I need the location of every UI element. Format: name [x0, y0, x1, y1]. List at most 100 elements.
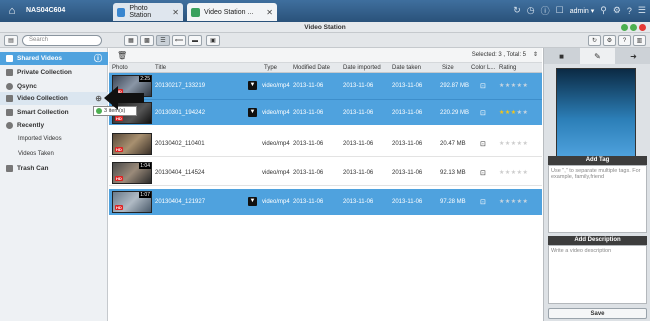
sidebar-item-smart-collection[interactable]: Smart Collection	[0, 106, 108, 119]
rating-stars[interactable]: ★★★★★	[499, 82, 528, 89]
column-size[interactable]: Size	[442, 65, 454, 71]
color-label-icon[interactable]: ⊡	[480, 109, 486, 117]
tag-input[interactable]: Use "," to separate multiple tags. For e…	[548, 165, 647, 233]
expand-icon[interactable]: ⇕	[533, 51, 538, 58]
imported-cell: 2013-11-06	[343, 199, 374, 205]
refresh-button[interactable]: ↻	[588, 35, 601, 46]
settings-icon[interactable]: ⚙	[613, 5, 621, 16]
table-row[interactable]: HD 20130301_194242 ▼ video/mp4 2013-11-0…	[109, 99, 542, 125]
tab-photo-station-label: Photo Station	[129, 5, 152, 19]
add-collection-icon[interactable]: ⊕	[95, 94, 102, 103]
tab-share[interactable]: ➜	[616, 48, 650, 64]
title-cell: 20130402_110401	[155, 141, 205, 147]
delete-icon[interactable]: 🗑	[117, 51, 127, 60]
title-cell: 20130404_121927	[155, 199, 206, 205]
close-icon[interactable]: ✕	[172, 8, 179, 17]
info-icon[interactable]: ⓘ	[94, 53, 102, 64]
rating-stars[interactable]: ★★★★★	[499, 140, 528, 147]
color-label-icon[interactable]: ⊡	[480, 198, 486, 206]
hd-badge: HD	[115, 147, 123, 152]
taken-cell: 2013-11-06	[392, 110, 423, 116]
sidebar-item-trash-can[interactable]: Trash Can	[0, 162, 108, 175]
close-window-button[interactable]	[639, 24, 646, 31]
add-description-header: Add Description	[548, 236, 647, 245]
user-menu[interactable]: admin ▾	[570, 7, 595, 15]
column-imported[interactable]: Date imported	[343, 65, 381, 71]
table-row[interactable]: 1:04 HD 20130404_114524 video/mp4 2013-11…	[109, 160, 542, 186]
thumbnail-view-button[interactable]: ▦	[124, 35, 138, 46]
panel-toggle-button[interactable]: ▥	[633, 35, 646, 46]
help-button[interactable]: ?	[618, 35, 631, 46]
size-cell: 92.13 MB	[440, 170, 466, 176]
type-cell: video/mp4	[262, 199, 290, 205]
list-view-button[interactable]: ☰	[156, 35, 170, 46]
sidebar-item-label: Smart Collection	[17, 109, 69, 116]
sidebar: Shared Videos ⓘ Private Collection Qsync…	[0, 48, 108, 321]
lock-icon	[6, 69, 13, 76]
sidebar-item-label: Recently	[17, 122, 45, 129]
color-label-icon[interactable]: ⊡	[480, 140, 486, 148]
rating-stars[interactable]: ★★★★★	[499, 198, 528, 205]
table-row[interactable]: 1:07 HD 20130404_121927 ▼ video/mp4 2013-…	[109, 189, 542, 215]
right-panel-tabs: ■ ✎ ➜	[544, 48, 650, 64]
save-view-button[interactable]: ▣	[206, 35, 220, 46]
save-button[interactable]: Save	[548, 308, 647, 319]
sidebar-item-video-collection[interactable]: Video Collection ⊕	[0, 92, 108, 105]
modified-cell: 2013-11-06	[293, 199, 324, 205]
tab-video-info[interactable]: ■	[544, 48, 579, 64]
sidebar-item-imported-videos[interactable]: Imported Videos	[18, 136, 62, 142]
type-cell: video/mp4	[262, 83, 290, 89]
grid-view-button[interactable]: ▩	[140, 35, 154, 46]
clock-icon[interactable]: ◷	[527, 5, 535, 16]
sidebar-item-recently[interactable]: Recently	[0, 119, 108, 132]
download-icon[interactable]: ▼	[248, 81, 257, 90]
tab-video-station[interactable]: Video Station ... ✕	[187, 3, 277, 21]
sidebar-item-private-collection[interactable]: Private Collection	[0, 66, 108, 79]
rating-stars[interactable]: ★★★★★	[499, 109, 528, 116]
tab-tag[interactable]: ✎	[580, 48, 615, 64]
rating-stars[interactable]: ★★★★★	[499, 169, 528, 176]
modified-cell: 2013-11-06	[293, 141, 324, 147]
search-icon[interactable]: ⚲	[600, 5, 607, 16]
column-title[interactable]: Title	[155, 65, 166, 71]
sidebar-item-shared-videos[interactable]: Shared Videos ⓘ	[0, 52, 108, 65]
table-row[interactable]: 2:25 HD 20130217_133219 ▼ video/mp4 2013-…	[109, 73, 542, 99]
column-modified[interactable]: Modified Date	[293, 65, 330, 71]
column-photo[interactable]: Photo	[112, 65, 128, 71]
color-label-icon[interactable]: ⊡	[480, 169, 486, 177]
info-icon[interactable]: ⓘ	[541, 4, 550, 17]
timeline-view-button[interactable]: ⟸	[172, 35, 186, 46]
add-icon	[96, 108, 102, 114]
search-input[interactable]: Search	[22, 35, 102, 46]
video-thumbnail: 1:04 HD	[112, 162, 152, 184]
column-rating[interactable]: Rating	[499, 65, 516, 71]
sidebar-toggle-button[interactable]: ▤	[4, 35, 18, 46]
title-cell: 20130301_194242	[155, 110, 206, 116]
close-icon[interactable]: ✕	[266, 8, 273, 17]
home-icon[interactable]: ⌂	[3, 3, 21, 18]
menu-icon[interactable]: ☰	[638, 5, 646, 16]
table-row[interactable]: HD 20130402_110401 video/mp4 2013-11-06 …	[109, 131, 542, 157]
settings-button[interactable]: ⚙	[603, 35, 616, 46]
smart-collection-icon	[6, 109, 13, 116]
download-icon[interactable]: ▼	[248, 108, 257, 117]
sidebar-item-videos-taken[interactable]: Videos Taken	[18, 151, 54, 157]
maximize-button[interactable]	[630, 24, 637, 31]
selection-info: Selected: 3 , Total: 5	[471, 52, 526, 58]
video-station-icon	[191, 7, 200, 17]
share-icon	[6, 55, 13, 62]
right-panel: ■ ✎ ➜ ★★★★★ Add Tag Use "," to separate …	[543, 48, 650, 321]
help-icon[interactable]: ?	[627, 6, 632, 16]
minimize-button[interactable]	[621, 24, 628, 31]
column-taken[interactable]: Date taken	[392, 65, 421, 71]
refresh-icon[interactable]: ↻	[513, 5, 521, 16]
folder-view-button[interactable]: ▬	[188, 35, 202, 46]
description-input[interactable]: Write a video description	[548, 245, 647, 304]
user-avatar-icon[interactable]: ☐	[556, 5, 564, 16]
download-icon[interactable]: ▼	[248, 197, 257, 206]
column-type[interactable]: Type	[264, 65, 277, 71]
tab-photo-station[interactable]: Photo Station ✕	[113, 3, 183, 21]
color-label-icon[interactable]: ⊡	[480, 82, 486, 90]
collection-icon	[6, 95, 13, 102]
column-color[interactable]: Color L...	[471, 65, 495, 71]
